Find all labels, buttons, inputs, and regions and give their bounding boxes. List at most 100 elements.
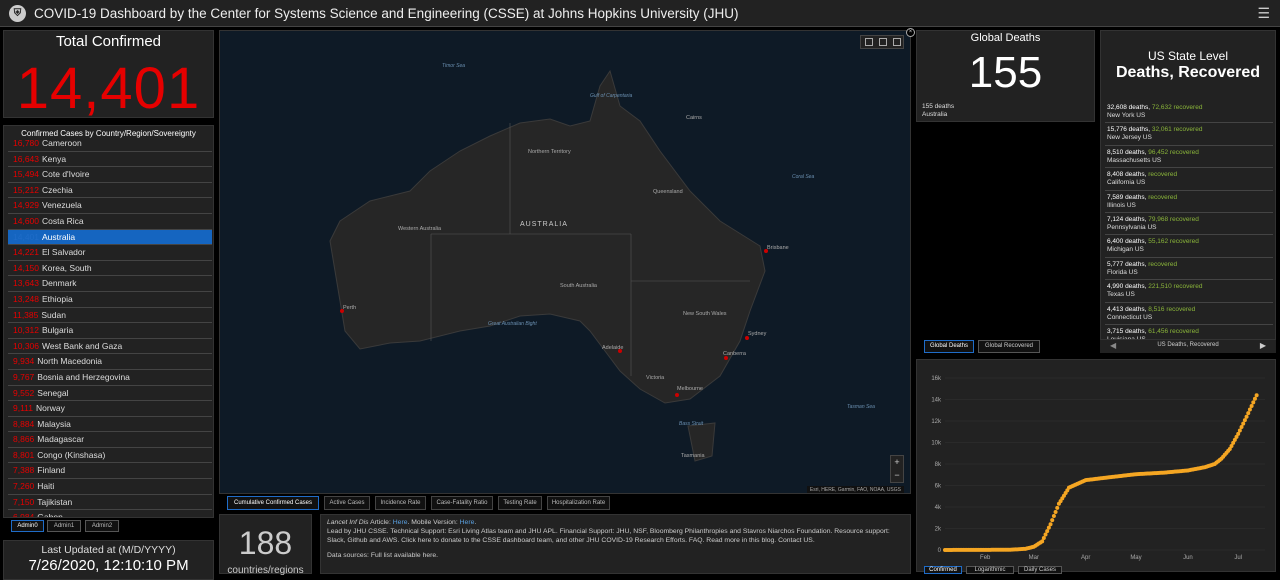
us-state-item[interactable]: 8,408 deaths, recovered California US xyxy=(1105,168,1273,191)
us-state-item[interactable]: 4,990 deaths, 221,510 recovered Texas US xyxy=(1105,280,1273,303)
country-list-item[interactable]: 6,984 Gabon xyxy=(8,510,212,518)
us-state-item[interactable]: 32,608 deaths, 72,632 recovered New York … xyxy=(1105,101,1273,124)
country-name: Gabon xyxy=(37,512,63,518)
tab-daily-cases[interactable]: Daily Cases xyxy=(1018,566,1062,574)
data-point[interactable] xyxy=(1050,518,1055,523)
us-state-item[interactable]: 7,124 deaths, 79,968 recovered Pennsylvan… xyxy=(1105,213,1273,236)
state-recovered-label: recovered xyxy=(1148,193,1178,201)
article-link[interactable]: Here xyxy=(393,519,408,526)
data-point[interactable] xyxy=(1244,414,1249,419)
list-icon[interactable] xyxy=(879,38,887,46)
case-marker[interactable] xyxy=(764,249,768,253)
us-state-item[interactable]: 6,400 deaths, 55,162 recovered Michigan U… xyxy=(1105,235,1273,258)
tab-admin1[interactable]: Admin1 xyxy=(47,520,81,532)
basemap-grid-icon[interactable] xyxy=(893,38,901,46)
tab-logarithmic[interactable]: Logarithmic xyxy=(966,566,1014,574)
tab-global-recovered[interactable]: Global Recovered xyxy=(978,340,1040,353)
tab-admin2[interactable]: Admin2 xyxy=(85,520,119,532)
country-list-item[interactable]: 7,388 Finland xyxy=(8,463,212,480)
country-list-item[interactable]: 14,401 Australia xyxy=(8,229,212,246)
us-state-item[interactable]: 7,589 deaths, recovered Illinois US xyxy=(1105,191,1273,213)
us-state-item[interactable]: 4,413 deaths, 8,516 recovered Connecticut… xyxy=(1105,303,1273,325)
case-marker[interactable] xyxy=(745,336,749,340)
data-point[interactable] xyxy=(1048,522,1053,527)
tab-confirmed[interactable]: Confirmed xyxy=(924,566,962,574)
zoom-in-button[interactable]: + xyxy=(891,456,903,469)
us-state-item[interactable]: 8,510 deaths, 96,452 recovered Massachuse… xyxy=(1105,146,1273,169)
x-tick-label: Feb xyxy=(980,555,991,561)
zoom-out-button[interactable]: − xyxy=(891,469,903,482)
tab-testing-rate[interactable]: Testing Rate xyxy=(498,496,542,510)
state-recovered-label: recovered xyxy=(1148,260,1178,268)
us-state-item[interactable]: 5,777 deaths, recovered Florida US xyxy=(1105,258,1273,281)
data-point[interactable] xyxy=(1053,509,1058,514)
state-recovered-label: recovered xyxy=(1173,283,1203,291)
country-list-item[interactable]: 11,385 Sudan xyxy=(8,308,212,324)
country-list-item[interactable]: 14,929 Venezuela xyxy=(8,198,212,214)
country-list-item[interactable]: 7,260 Haiti xyxy=(8,479,212,495)
country-list-item[interactable]: 8,884 Malaysia xyxy=(8,417,212,433)
country-list-item[interactable]: 15,494 Cote d'Ivoire xyxy=(8,167,212,183)
data-point[interactable] xyxy=(1252,396,1257,401)
country-list-item[interactable]: 16,643 Kenya xyxy=(8,152,212,168)
case-marker[interactable] xyxy=(675,393,679,397)
data-point[interactable] xyxy=(1247,407,1252,412)
next-arrow-icon[interactable]: ▶ xyxy=(1260,341,1266,350)
country-list-item[interactable]: 13,248 Ethiopia xyxy=(8,292,212,308)
data-point[interactable] xyxy=(1246,411,1251,416)
country-name: West Bank and Gaza xyxy=(42,340,123,351)
data-point[interactable] xyxy=(1043,532,1048,537)
country-list-item[interactable]: 10,306 West Bank and Gaza xyxy=(8,339,212,355)
data-point[interactable] xyxy=(1239,425,1244,430)
country-list-item[interactable]: 14,600 Costa Rica xyxy=(8,214,212,230)
close-icon[interactable]: × xyxy=(906,28,915,37)
country-list-item[interactable]: 9,934 North Macedonia xyxy=(8,354,212,370)
state-name: New York US xyxy=(1107,112,1146,119)
country-list-item[interactable]: 9,111 Norway xyxy=(8,401,212,417)
hamburger-icon[interactable]: ☰ xyxy=(1257,5,1270,22)
country-list-item[interactable]: 14,150 Korea, South xyxy=(8,261,212,277)
country-list-item[interactable]: 7,150 Tajikistan xyxy=(8,495,212,511)
tab-incidence-rate[interactable]: Incidence Rate xyxy=(375,496,426,510)
state-deaths: 6,400 deaths, xyxy=(1107,238,1147,246)
country-list-item[interactable]: 8,866 Madagascar xyxy=(8,432,212,448)
data-point[interactable] xyxy=(1251,400,1256,405)
country-list-item[interactable]: 16,780 Cameroon xyxy=(8,136,212,152)
data-point[interactable] xyxy=(1046,525,1051,530)
tab-hospitalization-rate[interactable]: Hospitalization Rate xyxy=(547,496,610,510)
country-case-count: 7,150 xyxy=(13,496,35,507)
bookmark-icon[interactable] xyxy=(865,38,873,46)
data-point[interactable] xyxy=(1040,539,1045,544)
country-list-item[interactable]: 10,312 Bulgaria xyxy=(8,323,212,339)
tab-cumulative-confirmed[interactable]: Cumulative Confirmed Cases xyxy=(227,496,319,510)
data-point[interactable] xyxy=(1249,403,1254,408)
case-marker[interactable] xyxy=(340,309,344,313)
country-list-item[interactable]: 15,212 Czechia xyxy=(8,183,212,199)
case-marker[interactable] xyxy=(618,349,622,353)
data-point[interactable] xyxy=(1254,393,1259,398)
country-list-item[interactable]: 13,643 Denmark xyxy=(8,276,212,292)
data-point[interactable] xyxy=(1041,535,1046,540)
info-mobile-text: . Mobile Version: xyxy=(407,519,460,526)
country-list-item[interactable]: 9,552 Senegal xyxy=(8,386,212,402)
us-state-item[interactable]: 3,715 deaths, 61,456 recovered Louisiana … xyxy=(1105,325,1273,339)
data-point[interactable] xyxy=(1055,505,1060,510)
lancet-link[interactable]: Lancet Inf Dis xyxy=(327,519,369,526)
data-point[interactable] xyxy=(1237,428,1242,433)
data-point[interactable] xyxy=(1236,431,1241,436)
data-point[interactable] xyxy=(1045,529,1050,534)
country-list-item[interactable]: 14,221 El Salvador xyxy=(8,245,212,261)
country-list-item[interactable]: 8,801 Congo (Kinshasa) xyxy=(8,448,212,464)
data-point[interactable] xyxy=(1241,421,1246,426)
country-list-item[interactable]: 9,767 Bosnia and Herzegovina xyxy=(8,370,212,386)
tab-admin0[interactable]: Admin0 xyxy=(11,520,44,532)
tab-case-fatality-ratio[interactable]: Case-Fatality Ratio xyxy=(431,496,493,510)
mobile-link[interactable]: Here xyxy=(460,519,475,526)
us-state-item[interactable]: 15,776 deaths, 32,061 recovered New Jerse… xyxy=(1105,123,1273,146)
data-point[interactable] xyxy=(1051,514,1056,519)
case-marker[interactable] xyxy=(724,356,728,360)
tab-global-deaths[interactable]: Global Deaths xyxy=(924,340,974,353)
map-view[interactable]: AUSTRALIA Northern Territory Western Aus… xyxy=(219,30,911,494)
tab-active-cases[interactable]: Active Cases xyxy=(324,496,370,510)
data-point[interactable] xyxy=(1242,418,1247,423)
